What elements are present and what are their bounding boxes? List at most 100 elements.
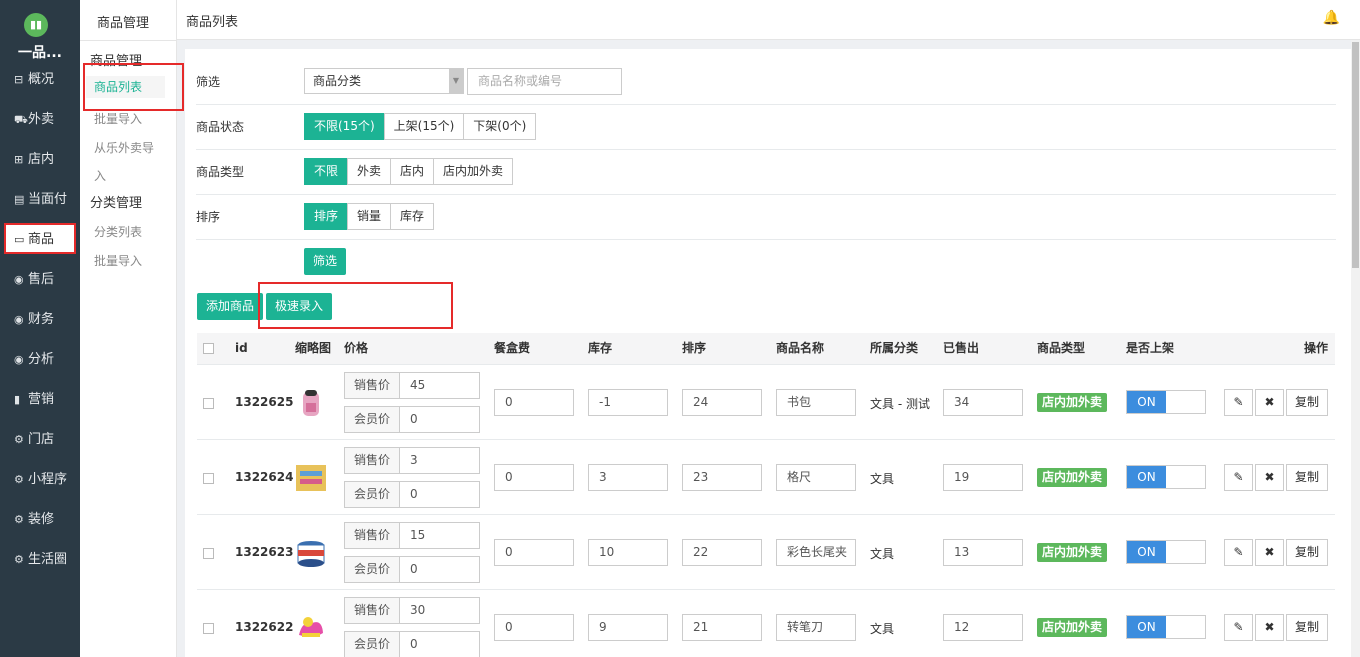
type-option-dine-in[interactable]: 店内 xyxy=(390,158,435,185)
type-button-group: 不限 外卖 店内 店内加外卖 xyxy=(304,158,514,185)
sidebar-item-takeout[interactable]: ⛟外卖 xyxy=(4,105,76,135)
sidebar-item-dine-in[interactable]: ⊞ 店内 xyxy=(4,145,76,175)
sidebar-item-life-circle[interactable]: ⚙ 生活圈 xyxy=(4,545,76,575)
edit-button[interactable]: ✎ xyxy=(1224,464,1253,491)
sidebar-item-decoration[interactable]: ⚙ 装修 xyxy=(4,505,76,535)
sort-input[interactable]: 23 xyxy=(682,464,762,491)
sort-option-order[interactable]: 排序 xyxy=(304,203,349,230)
stock-input[interactable]: -1 xyxy=(588,389,668,416)
filter-label: 筛选 xyxy=(196,75,221,89)
type-option-all[interactable]: 不限 xyxy=(304,158,349,185)
sort-option-stock[interactable]: 库存 xyxy=(390,203,435,230)
listed-toggle[interactable]: ON xyxy=(1126,540,1206,564)
name-input[interactable]: 格尺 xyxy=(776,464,856,491)
delete-button[interactable]: ✖ xyxy=(1255,614,1284,641)
status-option-listed[interactable]: 上架(15个) xyxy=(383,113,465,140)
sold-input[interactable]: 12 xyxy=(943,614,1023,641)
copy-button[interactable]: 复制 xyxy=(1286,464,1328,491)
listed-toggle[interactable]: ON xyxy=(1126,615,1206,639)
sort-option-sales[interactable]: 销量 xyxy=(347,203,392,230)
header-id: id xyxy=(235,341,248,355)
main-sidebar: ▮▮ 一品... ⊟ 概况 ⛟外卖 ⊞ 店内 ▤ 当面付 ▭ 商品 ◉ 售后 ◉ 财务 ◉ 分… xyxy=(0,0,80,657)
listed-toggle[interactable]: ON xyxy=(1126,465,1206,489)
row-checkbox[interactable] xyxy=(203,398,214,409)
sort-input[interactable]: 22 xyxy=(682,539,762,566)
member-price-input[interactable]: 0 xyxy=(399,481,480,508)
row-checkbox[interactable] xyxy=(203,623,214,634)
status-option-all[interactable]: 不限(15个) xyxy=(304,113,385,140)
search-input[interactable]: 商品名称或编号 xyxy=(467,68,622,95)
box-fee-input[interactable]: 0 xyxy=(494,539,574,566)
sidebar-item-mini-program[interactable]: ⚙ 小程序 xyxy=(4,465,76,495)
filter-button[interactable]: 筛选 xyxy=(304,248,347,275)
row-checkbox[interactable] xyxy=(203,548,214,559)
edit-button[interactable]: ✎ xyxy=(1224,389,1253,416)
sidebar-item-products[interactable]: ▭ 商品 xyxy=(4,223,76,254)
sort-input[interactable]: 21 xyxy=(682,614,762,641)
status-label: 商品状态 xyxy=(196,120,245,134)
name-input[interactable]: 书包 xyxy=(776,389,856,416)
edit-button[interactable]: ✎ xyxy=(1224,614,1253,641)
scrollbar-thumb[interactable] xyxy=(1352,42,1359,268)
name-input[interactable]: 转笔刀 xyxy=(776,614,856,641)
sidebar-item-face-pay[interactable]: ▤ 当面付 xyxy=(4,185,76,215)
stock-input[interactable]: 3 xyxy=(588,464,668,491)
delete-button[interactable]: ✖ xyxy=(1255,539,1284,566)
gear-icon: ⚙ xyxy=(14,513,24,526)
add-product-button[interactable]: 添加商品 xyxy=(197,293,264,320)
sidebar-item-stores[interactable]: ⚙ 门店 xyxy=(4,425,76,455)
edit-button[interactable]: ✎ xyxy=(1224,539,1253,566)
vertical-scrollbar[interactable] xyxy=(1351,40,1360,657)
sale-price-input[interactable]: 15 xyxy=(399,522,480,549)
header-ops: 操作 xyxy=(1304,341,1329,355)
sale-price-input[interactable]: 45 xyxy=(399,372,480,399)
sort-input[interactable]: 24 xyxy=(682,389,762,416)
stock-input[interactable]: 10 xyxy=(588,539,668,566)
listed-toggle[interactable]: ON xyxy=(1126,390,1206,414)
sidebar-item-after-sales[interactable]: ◉ 售后 xyxy=(4,265,76,295)
name-input[interactable]: 彩色长尾夹 xyxy=(776,539,856,566)
sale-price-input[interactable]: 3 xyxy=(399,447,480,474)
sold-input[interactable]: 19 xyxy=(943,464,1023,491)
status-option-unlisted[interactable]: 下架(0个) xyxy=(463,113,537,140)
sale-price-input[interactable]: 30 xyxy=(399,597,480,624)
sold-input[interactable]: 34 xyxy=(943,389,1023,416)
member-price-input[interactable]: 0 xyxy=(399,556,480,583)
type-option-takeout[interactable]: 外卖 xyxy=(347,158,392,185)
member-price-input[interactable]: 0 xyxy=(399,406,480,433)
copy-button[interactable]: 复制 xyxy=(1286,389,1328,416)
sidebar-item-analytics[interactable]: ◉ 分析 xyxy=(4,345,76,375)
row-checkbox[interactable] xyxy=(203,473,214,484)
filter-row-sort: 排序 排序 销量 库存 xyxy=(196,195,1336,240)
delete-button[interactable]: ✖ xyxy=(1255,464,1284,491)
toggle-on-label: ON xyxy=(1127,541,1166,563)
subnav-item-import-from-lele-wrap[interactable]: 入 xyxy=(94,167,106,184)
delete-button[interactable]: ✖ xyxy=(1255,389,1284,416)
status-button-group: 不限(15个) 上架(15个) 下架(0个) xyxy=(304,113,537,140)
bell-icon[interactable]: 🔔 xyxy=(1323,10,1340,26)
type-option-both[interactable]: 店内加外卖 xyxy=(433,158,514,185)
copy-button[interactable]: 复制 xyxy=(1286,539,1328,566)
sidebar-item-finance[interactable]: ◉ 财务 xyxy=(4,305,76,335)
sidebar-item-overview[interactable]: ⊟ 概况 xyxy=(4,65,76,95)
sidebar-item-marketing[interactable]: ▮ 营销 xyxy=(4,385,76,415)
stock-input[interactable]: 9 xyxy=(588,614,668,641)
box-fee-input[interactable]: 0 xyxy=(494,389,574,416)
member-price-input[interactable]: 0 xyxy=(399,631,480,657)
sidebar-item-label: 售后 xyxy=(28,272,55,287)
subnav-item-category-list[interactable]: 分类列表 xyxy=(94,223,142,240)
subnav-item-import-from-lele[interactable]: 从乐外卖导 xyxy=(94,139,154,156)
subnav-item-category-import[interactable]: 批量导入 xyxy=(94,252,142,269)
category-select[interactable]: 商品分类 ▼ xyxy=(304,68,464,94)
box-fee-input[interactable]: 0 xyxy=(494,614,574,641)
close-icon: ✖ xyxy=(1264,620,1275,634)
box-fee-input[interactable]: 0 xyxy=(494,464,574,491)
subnav-item-batch-import[interactable]: 批量导入 xyxy=(94,110,142,127)
page-title: 商品列表 xyxy=(186,15,239,30)
copy-button[interactable]: 复制 xyxy=(1286,614,1328,641)
receipt-icon: ▤ xyxy=(14,193,25,206)
select-all-checkbox[interactable] xyxy=(203,343,214,354)
member-price-label: 会员价 xyxy=(344,556,400,583)
sold-input[interactable]: 13 xyxy=(943,539,1023,566)
type-badge: 店内加外卖 xyxy=(1037,543,1108,562)
